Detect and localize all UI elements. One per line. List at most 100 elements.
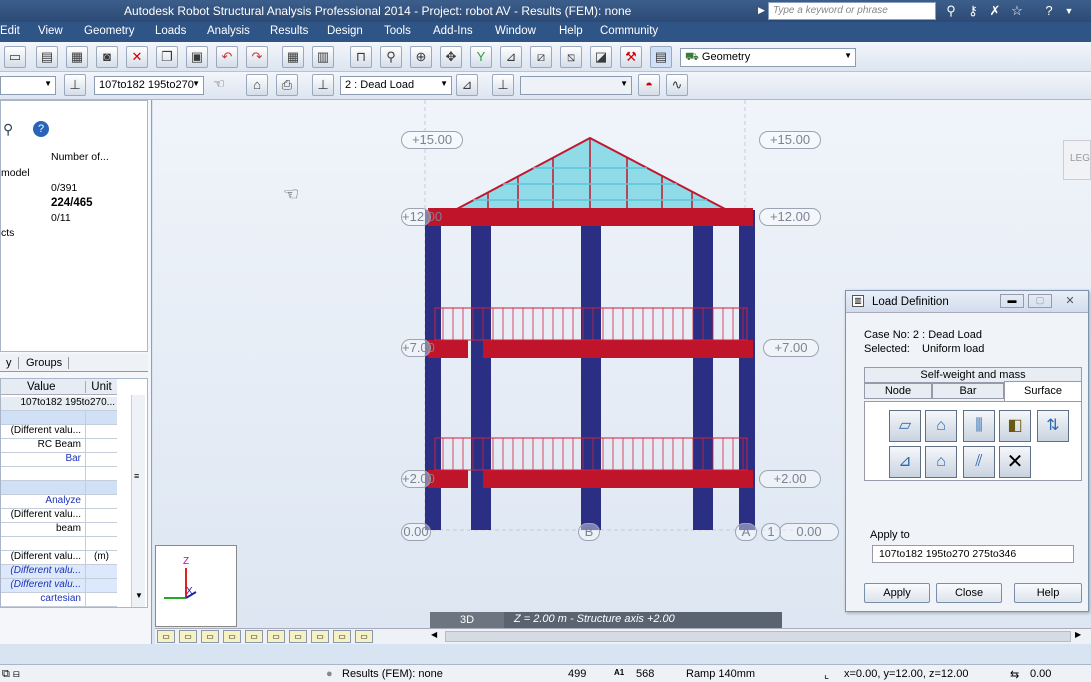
tab-y[interactable]: y	[0, 357, 19, 369]
select-icon[interactable]: ⊥	[64, 74, 86, 96]
binoculars-icon[interactable]: ⚲	[942, 2, 960, 20]
view-option-icon[interactable]: ▭	[245, 630, 263, 643]
close-button[interactable]: Close	[936, 583, 1002, 603]
uniform-surface-load-icon[interactable]: ▱	[889, 410, 921, 442]
menu-community[interactable]: Community	[600, 25, 658, 37]
grid-row[interactable]: Analyze	[1, 495, 117, 509]
tree-row-label[interactable]: model	[1, 167, 30, 179]
grid-row[interactable]: Bar	[1, 453, 117, 467]
wrench-icon[interactable]: ⚒	[620, 46, 642, 68]
book-icon[interactable]: ▤	[36, 46, 58, 68]
section-icon[interactable]: ⊿	[500, 46, 522, 68]
menu-view[interactable]: View	[38, 25, 63, 37]
maximize-icon[interactable]: ▢	[1028, 294, 1052, 308]
zoom-icon[interactable]: ⚲	[380, 46, 402, 68]
properties-icon[interactable]: ▦	[66, 46, 88, 68]
menu-help[interactable]: Help	[559, 25, 583, 37]
chevron-down-icon[interactable]: ▼	[135, 591, 143, 600]
release-icon[interactable]: ⧅	[560, 46, 582, 68]
search-input[interactable]: Type a keyword or phrase	[768, 2, 936, 20]
tab-surface[interactable]: Surface	[1004, 381, 1082, 401]
grid-row[interactable]: beam	[1, 523, 117, 537]
redo-icon[interactable]: ↷	[246, 46, 268, 68]
layout-select[interactable]: ⛟ Geometry ▼	[680, 48, 856, 67]
load-case-select[interactable]: 2 : Dead Load ▼	[340, 76, 452, 95]
point-load-icon[interactable]: ⊿	[889, 446, 921, 478]
key-icon[interactable]: ⚷	[964, 2, 982, 20]
contour-load-icon[interactable]: ⌂	[925, 446, 957, 478]
chevron-left-icon[interactable]: ◀	[431, 630, 437, 639]
favorite-star-icon[interactable]: ☆	[1008, 2, 1026, 20]
delete-icon[interactable]: ✕	[126, 46, 148, 68]
mode-select[interactable]: ▼	[520, 76, 632, 95]
search-expand-icon[interactable]: ▶	[758, 2, 768, 20]
linear-load-icon[interactable]: ⫼	[963, 410, 995, 442]
tab-node[interactable]: Node	[864, 383, 932, 399]
menu-edit[interactable]: Edit	[0, 25, 20, 37]
help-dropdown-icon[interactable]: ▼	[1060, 2, 1078, 20]
scroll-thumb[interactable]	[445, 631, 1071, 642]
horizontal-scrollbar[interactable]: ▭ ▭ ▭ ▭ ▭ ▭ ▭ ▭ ▭ ▭ ◀ ▶	[155, 628, 1091, 644]
tab-groups[interactable]: Groups	[20, 357, 70, 369]
copy-icon[interactable]: ❐	[156, 46, 178, 68]
tab-bar[interactable]: Bar	[932, 383, 1004, 399]
view-option-icon[interactable]: ▭	[355, 630, 373, 643]
view-3d-tab[interactable]: 3D	[430, 612, 504, 628]
grid-row[interactable]: (Different valu...	[1, 509, 117, 523]
view-icon[interactable]: ⌂	[246, 74, 268, 96]
print-icon[interactable]: ⎙	[276, 74, 298, 96]
grid-row[interactable]: (Different valu...	[1, 565, 117, 579]
grid-row[interactable]: (Different valu... (m)	[1, 551, 117, 565]
window-icon[interactable]: ⧉ ⊟	[2, 668, 20, 681]
grid-row[interactable]: (Different valu...	[1, 425, 117, 439]
load-value-icon[interactable]: ⊥	[492, 74, 514, 96]
object-type-select[interactable]: ▼	[0, 76, 56, 95]
case-icon[interactable]: ⊥	[312, 74, 334, 96]
grid-row[interactable]: cartesian	[1, 593, 117, 607]
edge-load-icon[interactable]: ⫽	[963, 446, 995, 478]
planar-load-icon[interactable]: ⌂	[925, 410, 957, 442]
grid-row[interactable]	[1, 537, 117, 551]
open-icon[interactable]: ▭	[4, 46, 26, 68]
grid-row[interactable]: RC Beam	[1, 439, 117, 453]
menu-loads[interactable]: Loads	[155, 25, 186, 37]
tools-icon[interactable]: ✗	[986, 2, 1004, 20]
layout-icon[interactable]: ▤	[650, 46, 672, 68]
view-option-icon[interactable]: ▭	[157, 630, 175, 643]
menu-window[interactable]: Window	[495, 25, 536, 37]
view-option-icon[interactable]: ▭	[201, 630, 219, 643]
load-display-icon[interactable]: ⊿	[456, 74, 478, 96]
grid-row[interactable]: (Different valu...	[1, 579, 117, 593]
hand-query-icon[interactable]: ☜	[208, 74, 230, 96]
apply-to-input[interactable]: 107to182 195to270 275to346	[872, 545, 1074, 563]
delete-load-icon[interactable]: ✕	[999, 446, 1031, 478]
table-icon[interactable]: ▥	[312, 46, 334, 68]
view-option-icon[interactable]: ▭	[311, 630, 329, 643]
menu-tools[interactable]: Tools	[384, 25, 411, 37]
grid-row[interactable]	[1, 481, 117, 495]
undo-icon[interactable]: ↶	[216, 46, 238, 68]
minimize-icon[interactable]: ▬	[1000, 294, 1024, 308]
zoom-window-icon[interactable]: ⊕	[410, 46, 432, 68]
menu-design[interactable]: Design	[327, 25, 363, 37]
menu-geometry[interactable]: Geometry	[84, 25, 135, 37]
tree-row-label[interactable]: cts	[1, 227, 14, 239]
apply-button[interactable]: Apply	[864, 583, 930, 603]
close-icon[interactable]: ✕	[1058, 294, 1082, 308]
grid-scrollbar[interactable]: ≡ ▼	[131, 395, 145, 607]
help-icon[interactable]: ?	[33, 121, 49, 137]
thermal-load-icon[interactable]: ⇅	[1037, 410, 1069, 442]
menu-analysis[interactable]: Analysis	[207, 25, 250, 37]
view-option-icon[interactable]: ▭	[333, 630, 351, 643]
diagram-icon[interactable]: ◓	[638, 74, 660, 96]
grid-row[interactable]: 107to182 195to270...	[1, 397, 117, 411]
help-button[interactable]: Help	[1014, 583, 1082, 603]
hydrostatic-load-icon[interactable]: ◧	[999, 410, 1031, 442]
legend-button[interactable]: LEG	[1063, 140, 1091, 180]
view-option-icon[interactable]: ▭	[289, 630, 307, 643]
search-icon[interactable]: ⚲	[3, 121, 13, 138]
dialog-title-bar[interactable]: ▥ Load Definition ▬ ▢ ✕	[846, 291, 1088, 313]
wave-icon[interactable]: ∿	[666, 74, 688, 96]
offset-icon[interactable]: ◪	[590, 46, 612, 68]
member-icon[interactable]: ⧄	[530, 46, 552, 68]
